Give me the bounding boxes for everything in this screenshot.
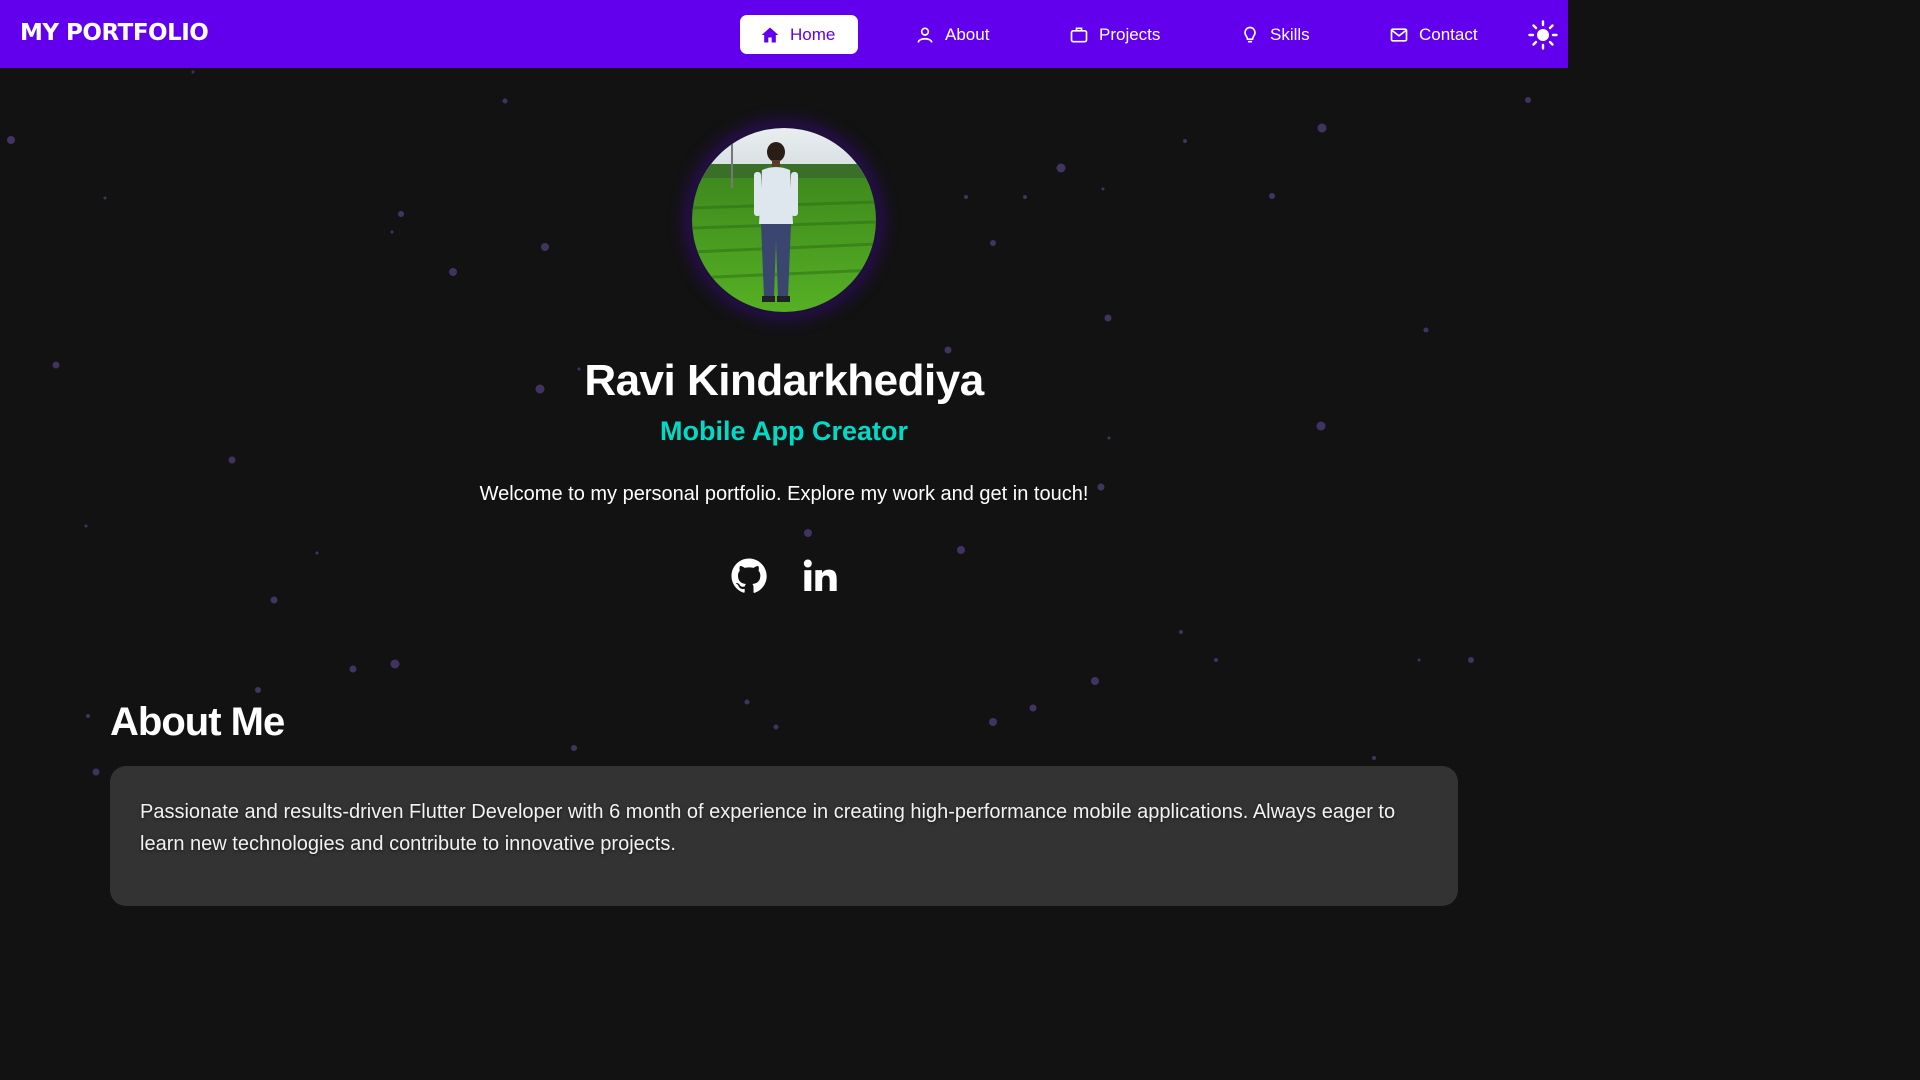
- hero-role: Mobile App Creator: [659, 416, 908, 446]
- linkedin-icon[interactable]: [800, 556, 840, 596]
- nav-projects-label: Projects: [1099, 24, 1161, 44]
- avatar: [692, 128, 876, 312]
- about-heading: About Me: [110, 700, 285, 744]
- about-card: Passionate and results-driven Flutter De…: [110, 766, 1458, 906]
- hero-name: Ravi Kindarkhediya: [584, 356, 984, 405]
- brand-logo[interactable]: MY PORTFOLIO: [20, 20, 209, 46]
- person-icon: [917, 27, 933, 43]
- about-text: Passionate and results-driven Flutter De…: [140, 801, 1396, 855]
- nav-home-label: Home: [790, 24, 836, 44]
- briefcase-icon: [1070, 27, 1088, 42]
- github-icon[interactable]: [729, 556, 769, 596]
- hero-welcome-text: Welcome to my personal portfolio. Explor…: [479, 483, 1089, 505]
- nav-contact[interactable]: Contact: [1389, 15, 1478, 54]
- nav-home[interactable]: Home: [740, 15, 858, 54]
- nav-about-label: About: [945, 24, 990, 44]
- nav-skills[interactable]: Skills: [1240, 15, 1310, 54]
- nav-skills-label: Skills: [1270, 24, 1310, 44]
- profile-photo: [692, 128, 876, 312]
- nav-contact-label: Contact: [1419, 24, 1478, 44]
- home-icon: [761, 27, 779, 42]
- top-navbar: MY PORTFOLIO Home About Projects Skills …: [0, 0, 1568, 68]
- nav-projects[interactable]: Projects: [1069, 15, 1160, 54]
- sun-icon[interactable]: [1528, 20, 1558, 50]
- nav-about[interactable]: About: [915, 15, 989, 54]
- lightbulb-icon: [1244, 26, 1256, 42]
- mail-icon: [1390, 27, 1408, 42]
